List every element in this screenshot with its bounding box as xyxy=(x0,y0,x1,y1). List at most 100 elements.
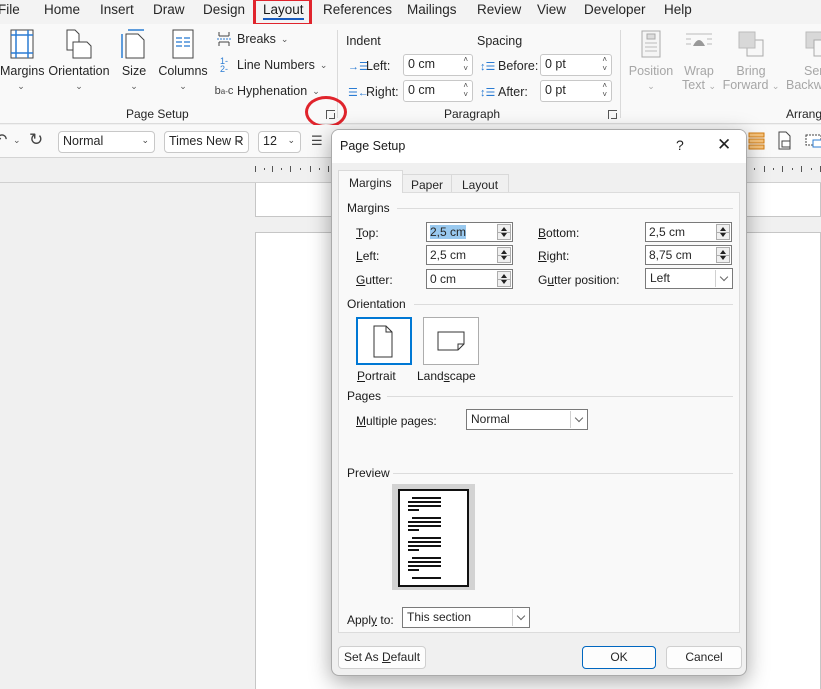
indent-header: Indent xyxy=(346,34,381,48)
ruler-tick xyxy=(264,168,265,170)
gutter-position-select[interactable]: Left xyxy=(645,268,733,289)
chevron-down-icon[interactable] xyxy=(715,270,731,287)
size-button[interactable]: Size ⌄ xyxy=(118,28,150,91)
ruler-tick xyxy=(801,166,802,172)
chevron-down-icon[interactable] xyxy=(512,609,528,626)
hyphenation-button[interactable]: b a-c Hyphenation ⌄ xyxy=(215,83,320,99)
left-margin-input[interactable]: 2,5 cm xyxy=(426,245,513,265)
paragraph-dialog-launcher[interactable] xyxy=(608,110,617,119)
tab-draw[interactable]: Draw xyxy=(153,2,185,17)
send-backward-button[interactable]: Sen Backwa xyxy=(784,28,821,92)
tab-file[interactable]: File xyxy=(0,2,20,17)
top-margin-input[interactable]: 2,5 cm xyxy=(426,222,513,242)
spinner-arrows-icon[interactable] xyxy=(497,271,511,287)
preview-line xyxy=(408,565,441,567)
chevron-down-icon: ⌄ xyxy=(312,85,320,96)
page-setup-dialog: Page Setup ? ✕ Paper Layout Margins Marg… xyxy=(331,129,747,676)
tab-layout-dialog[interactable]: Layout xyxy=(451,174,510,193)
font-select[interactable]: Times New R ⌄ xyxy=(164,131,249,153)
spacing-after-row: ↕☰ After: xyxy=(480,85,528,99)
dialog-title-bar[interactable]: Page Setup ? ✕ xyxy=(332,130,746,163)
preview-line xyxy=(412,537,441,539)
gutter-input[interactable]: 0 cm xyxy=(426,269,513,289)
help-button[interactable]: ? xyxy=(676,137,684,153)
indent-left-input[interactable]: 0 cm ˄ ˅ xyxy=(403,54,473,76)
arrange-group-label: Arrang xyxy=(786,107,821,121)
tab-references[interactable]: References xyxy=(323,2,392,17)
landscape-icon xyxy=(437,331,465,351)
preview-line xyxy=(412,577,441,579)
multiple-pages-select[interactable]: Normal xyxy=(466,409,588,430)
spinner-arrows-icon[interactable] xyxy=(497,247,511,263)
spinner-arrows-icon[interactable]: ˄ ˅ xyxy=(463,55,468,73)
style-select[interactable]: Normal ⌄ xyxy=(58,131,155,153)
preview-line xyxy=(408,521,441,523)
ok-button[interactable]: OK xyxy=(582,646,656,669)
close-button[interactable]: ✕ xyxy=(717,135,731,155)
orientation-button[interactable]: Orientation ⌄ xyxy=(47,28,111,91)
tab-mailings[interactable]: Mailings xyxy=(407,2,457,17)
chevron-down-icon[interactable] xyxy=(570,411,586,428)
spacing-after-input[interactable]: 0 pt ˄ ˅ xyxy=(540,80,612,102)
spinner-arrows-icon[interactable]: ˄ ˅ xyxy=(602,81,607,99)
indent-right-input[interactable]: 0 cm ˄ ˅ xyxy=(403,80,473,102)
tab-margins[interactable]: Margins xyxy=(338,170,403,193)
spinner-arrows-icon[interactable] xyxy=(497,224,511,240)
print-layout-icon[interactable] xyxy=(777,131,793,154)
portrait-button[interactable] xyxy=(356,317,412,365)
spinner-arrows-icon[interactable] xyxy=(716,224,730,240)
chevron-down-icon[interactable]: ⌄ xyxy=(13,135,21,146)
tab-design[interactable]: Design xyxy=(203,2,245,17)
margins-tab-panel: Margins Top: 2,5 cm Bottom: 2,5 cm Left:… xyxy=(338,192,740,633)
ribbon: Margins ⌄ Orientation ⌄ Size ⌄ Columns ⌄… xyxy=(0,24,821,124)
redo-icon[interactable]: ↻ xyxy=(29,130,43,150)
tab-developer[interactable]: Developer xyxy=(584,2,646,17)
send-backward-icon xyxy=(802,28,821,60)
ruler-tick xyxy=(255,166,256,172)
tab-view[interactable]: View xyxy=(537,2,566,17)
margins-button[interactable]: Margins ⌄ xyxy=(0,28,44,91)
spinner-arrows-icon[interactable]: ˄ ˅ xyxy=(602,55,607,73)
wrap-text-button[interactable]: Wrap Text ⌄ xyxy=(680,28,718,92)
bring-forward-button[interactable]: Bring Forward ⌄ xyxy=(722,28,780,92)
landscape-button[interactable] xyxy=(423,317,479,365)
spinner-arrows-icon[interactable] xyxy=(716,247,730,263)
portrait-label: Portrait xyxy=(357,369,396,383)
chevron-down-icon: ⌄ xyxy=(647,81,655,91)
divider xyxy=(387,396,733,397)
preview-line xyxy=(408,505,441,507)
paragraph-mark-icon[interactable]: ☰ xyxy=(311,133,323,149)
line-numbers-button[interactable]: 1- 2- Line Numbers ⌄ xyxy=(216,57,327,74)
breaks-button[interactable]: Breaks ⌄ xyxy=(216,31,288,47)
chevron-down-icon: ⌄ xyxy=(75,81,83,91)
right-margin-input[interactable]: 8,75 cm xyxy=(645,245,732,265)
font-size-select[interactable]: 12 ⌄ xyxy=(258,131,301,153)
spacing-before-input[interactable]: 0 pt ˄ ˅ xyxy=(540,54,612,76)
tab-help[interactable]: Help xyxy=(664,2,692,17)
apply-to-select[interactable]: This section xyxy=(402,607,530,628)
indent-right-row: ☰← Right: xyxy=(348,85,399,99)
spacing-header: Spacing xyxy=(477,34,523,48)
cancel-button[interactable]: Cancel xyxy=(666,646,742,669)
top-label: Top: xyxy=(356,226,379,240)
divider xyxy=(414,304,733,305)
screen-capture-icon[interactable] xyxy=(805,132,821,153)
margins-icon xyxy=(5,28,37,60)
divider xyxy=(393,473,733,474)
list-icon[interactable] xyxy=(748,131,766,154)
tab-paper[interactable]: Paper xyxy=(400,174,455,193)
preview-line xyxy=(412,517,441,519)
position-button[interactable]: Position ⌄ xyxy=(628,28,674,91)
set-as-default-button[interactable]: Set As Default xyxy=(338,646,426,669)
spacing-before-icon: ↕☰ xyxy=(480,60,496,73)
tab-review[interactable]: Review xyxy=(477,2,521,17)
bottom-margin-input[interactable]: 2,5 cm xyxy=(645,222,732,242)
spinner-arrows-icon[interactable]: ˄ ˅ xyxy=(463,81,468,99)
columns-button[interactable]: Columns ⌄ xyxy=(157,28,209,91)
ruler-tick xyxy=(782,166,783,172)
gutter-position-label: Gutter position: xyxy=(538,273,620,287)
undo-icon[interactable]: ↶ xyxy=(0,130,7,150)
paragraph-group-label: Paragraph xyxy=(444,107,501,121)
tab-home[interactable]: Home xyxy=(44,2,80,17)
tab-insert[interactable]: Insert xyxy=(100,2,134,17)
